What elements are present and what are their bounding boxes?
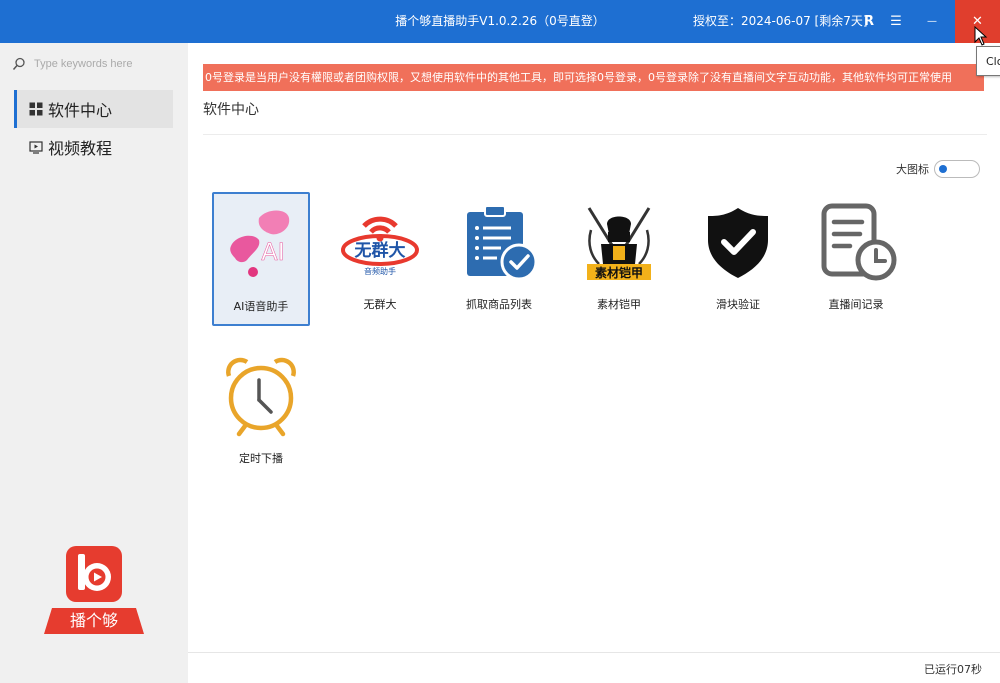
menu-icon: ☰ [890,14,902,29]
runtime-status: 已运行07秒 [924,663,982,676]
brand-logo: 播个够 [44,546,144,634]
mouse-cursor-icon [974,25,988,50]
alarm-clock-icon [226,357,296,437]
close-tooltip: Clo [976,46,1000,76]
video-icon [29,141,43,154]
sidebar-item-label: 视频教程 [48,139,113,158]
sidebar-item-label: 软件中心 [48,101,113,120]
record-clock-icon [821,203,897,281]
tile-label: 抓取商品列表 [466,298,532,311]
search-input[interactable] [34,58,174,70]
wuqunda-icon: 无群大 音频助手 [341,216,419,276]
tile-material-armor[interactable]: 素材铠甲 素材铠甲 [570,192,668,326]
title-bar: 播个够直播助手V1.0.2.26（0号直登） 授权至：2024-06-07 [剩… [0,0,1000,43]
tile-label: 滑块验证 [716,298,760,311]
tile-label: 素材铠甲 [597,298,641,311]
tile-label: AI语音助手 [233,300,289,313]
armor-icon: 素材铠甲 [587,207,651,280]
toggle-knob [939,165,947,173]
brand-name: 播个够 [44,608,144,634]
product-list-icon [467,205,538,281]
status-bar: 已运行07秒 [188,652,1000,683]
search-box [12,55,177,73]
license-info: 授权至：2024-06-07 [剩余7天] [693,14,868,28]
tile-slider-verify[interactable]: 滑块验证 [689,192,787,326]
search-icon [12,57,25,70]
sidebar-item-video-tutorial[interactable]: 视频教程 [14,128,173,166]
minimize-icon: — [927,16,937,27]
armor-icon-text: 素材铠甲 [595,265,643,280]
tile-label: 直播间记录 [828,298,884,311]
tile-live-room-record[interactable]: 直播间记录 [807,192,905,326]
wuqunda-icon-subtext: 音频助手 [364,266,396,276]
menu-button[interactable]: ☰ [879,0,913,43]
large-icon-toggle[interactable] [934,160,980,178]
tile-wuqunda[interactable]: 无群大 音频助手 无群大 [331,192,429,326]
tile-label: 无群大 [363,298,397,311]
shield-check-icon [708,208,768,278]
ai-icon-text: AI [261,238,285,266]
page-title: 软件中心 [203,102,259,118]
brand-play-icon [66,546,122,602]
divider [203,134,987,135]
tile-label: 定时下播 [239,452,283,465]
minimize-button[interactable]: — [915,0,949,43]
tile-scheduled-stop[interactable]: 定时下播 [212,346,310,480]
login-notice: 0号登录是当用户没有權限或者团购权限，又想使用软件中的其他工具，即可选择0号登录… [203,64,984,91]
grid-icon [29,102,43,116]
wuqunda-icon-text: 无群大 [354,240,406,261]
ai-voice-icon: AI [230,210,290,277]
sidebar: 软件中心 视频教程 播个够 [0,43,188,683]
large-icon-label: 大图标 [896,163,929,176]
tile-product-list[interactable]: 抓取商品列表 [450,192,548,326]
tile-ai-voice-assistant[interactable]: AI AI语音助手 [212,192,310,326]
sidebar-item-software-center[interactable]: 软件中心 [14,90,173,128]
